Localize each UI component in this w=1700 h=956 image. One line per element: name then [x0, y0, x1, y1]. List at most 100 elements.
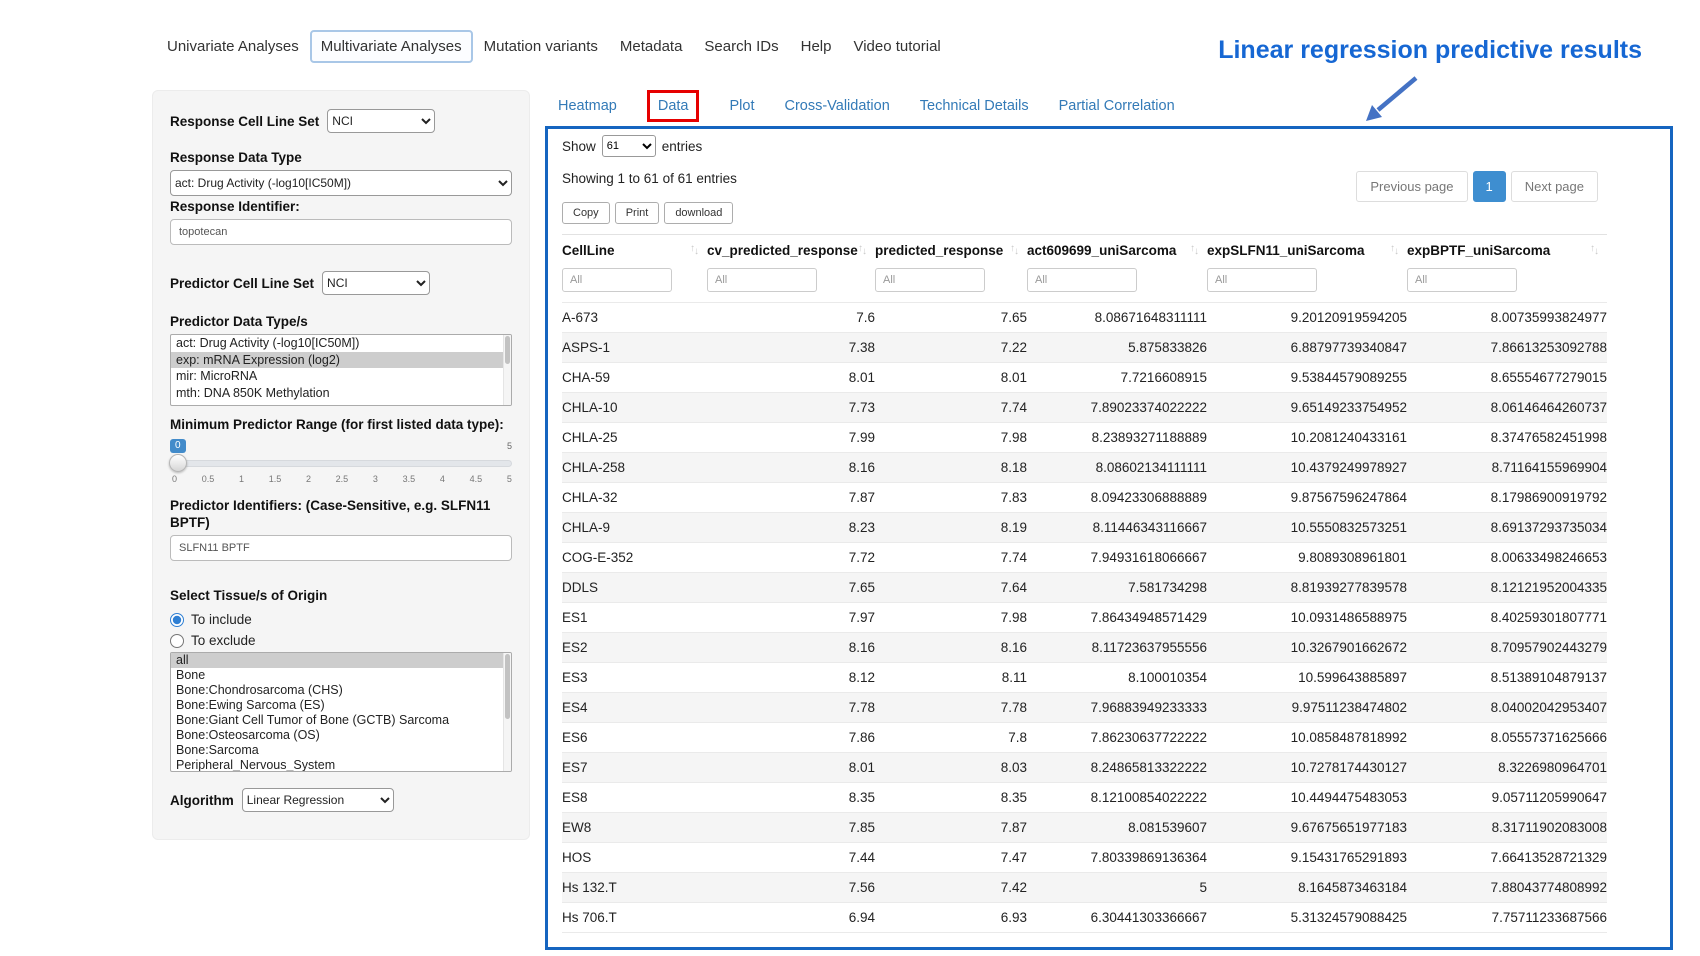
slider-handle[interactable]	[169, 454, 187, 472]
column-header-expslfn11-unisarcoma[interactable]: expSLFN11_uniSarcoma↑↓	[1207, 235, 1407, 267]
sort-icon[interactable]: ↑↓	[1190, 244, 1199, 257]
filter-input-cv-predicted-response[interactable]	[707, 268, 817, 292]
nav-item-multivariate-analyses[interactable]: Multivariate Analyses	[310, 30, 473, 63]
predictor-listbox-scrollbar[interactable]	[503, 335, 511, 405]
table-row[interactable]: EW87.857.878.0815396079.676756519771838.…	[562, 813, 1607, 843]
table-row[interactable]: CHLA-327.877.838.094233068888899.8756759…	[562, 483, 1607, 513]
column-header-cellline[interactable]: CellLine↑↓	[562, 235, 707, 267]
listbox-option-mir-microrna[interactable]: mir: MicroRNA	[171, 368, 511, 385]
radio-to-exclude[interactable]: To exclude	[170, 633, 512, 648]
nav-item-metadata[interactable]: Metadata	[609, 30, 694, 63]
table-row[interactable]: DDLS7.657.647.5817342988.819392778395788…	[562, 573, 1607, 603]
column-header-expbptf-unisarcoma[interactable]: expBPTF_uniSarcoma↑↓	[1407, 235, 1607, 267]
response-data-type-select[interactable]: act: Drug Activity (-log10[IC50M])	[170, 170, 512, 196]
table-row[interactable]: CHLA-107.737.747.890233740222229.6514923…	[562, 393, 1607, 423]
table-row[interactable]: Hs 132.T7.567.4258.16458734631847.880437…	[562, 873, 1607, 903]
tab-cross-validation[interactable]: Cross-Validation	[784, 98, 889, 114]
download-button[interactable]: download	[664, 202, 733, 224]
table-row[interactable]: CHLA-2588.168.188.0860213411111110.43792…	[562, 453, 1607, 483]
next-page-button[interactable]: Next page	[1511, 171, 1598, 202]
table-row[interactable]: A-6737.67.658.086716483111119.2012091959…	[562, 303, 1607, 333]
value-cell: 9.87567596247864	[1207, 483, 1407, 513]
listbox-option-peripheral-nervous-system[interactable]: Peripheral_Nervous_System	[171, 758, 511, 772]
response-cell-line-set-select[interactable]: NCI	[327, 109, 435, 133]
table-row[interactable]: HOS7.447.477.803398691363649.15431765291…	[562, 843, 1607, 873]
listbox-option-act-drug-activity-log10-ic50m[interactable]: act: Drug Activity (-log10[IC50M])	[171, 335, 511, 352]
filter-input-act609699-unisarcoma[interactable]	[1027, 268, 1137, 292]
scrollbar-thumb[interactable]	[505, 336, 510, 364]
predictor-data-type-listbox[interactable]: act: Drug Activity (-log10[IC50M])exp: m…	[170, 334, 512, 406]
scrollbar-thumb[interactable]	[505, 654, 510, 719]
cellline-cell: ES1	[562, 603, 707, 633]
table-row[interactable]: ES28.168.168.1172363795555610.3267901662…	[562, 633, 1607, 663]
radio-input-to-include[interactable]	[170, 613, 184, 627]
table-row[interactable]: ES38.128.118.10001035410.5996438858978.5…	[562, 663, 1607, 693]
predictor-cell-line-set-select[interactable]: NCI	[322, 271, 430, 295]
listbox-option-bone-sarcoma[interactable]: Bone:Sarcoma	[171, 743, 511, 758]
listbox-option-exp-mrna-expression-log2[interactable]: exp: mRNA Expression (log2)	[171, 352, 511, 369]
sort-icon[interactable]: ↑↓	[690, 244, 699, 257]
table-row[interactable]: ES67.867.87.8623063772222210.08584878189…	[562, 723, 1607, 753]
nav-item-mutation-variants[interactable]: Mutation variants	[473, 30, 609, 63]
column-header-act609699-unisarcoma[interactable]: act609699_uniSarcoma↑↓	[1027, 235, 1207, 267]
tab-technical-details[interactable]: Technical Details	[920, 98, 1029, 114]
filter-input-predicted-response[interactable]	[875, 268, 985, 292]
cellline-cell: CHLA-258	[562, 453, 707, 483]
value-cell: 7.78	[707, 693, 875, 723]
listbox-option-bone[interactable]: Bone	[171, 668, 511, 683]
listbox-option-all[interactable]: all	[171, 653, 511, 668]
filter-input-cellline[interactable]	[562, 268, 672, 292]
tab-plot[interactable]: Plot	[729, 98, 754, 114]
show-entries-select[interactable]: 61	[602, 135, 656, 157]
radio-input-to-exclude[interactable]	[170, 634, 184, 648]
sort-icon[interactable]: ↑↓	[1010, 244, 1019, 257]
tab-heatmap[interactable]: Heatmap	[558, 98, 617, 114]
min-predictor-range-slider[interactable]: 0 5 00.511.522.533.544.55	[170, 439, 512, 489]
current-page-button[interactable]: 1	[1473, 171, 1506, 202]
listbox-option-bone-ewing-sarcoma-es[interactable]: Bone:Ewing Sarcoma (ES)	[171, 698, 511, 713]
tissue-listbox-scrollbar[interactable]	[503, 653, 511, 771]
previous-page-button[interactable]: Previous page	[1356, 171, 1467, 202]
table-row[interactable]: ES17.977.987.8643494857142910.0931486588…	[562, 603, 1607, 633]
nav-item-search-ids[interactable]: Search IDs	[693, 30, 789, 63]
sort-icon[interactable]: ↑↓	[1390, 244, 1399, 257]
table-row[interactable]: CHLA-257.997.988.2389327118888910.208124…	[562, 423, 1607, 453]
nav-item-univariate-analyses[interactable]: Univariate Analyses	[156, 30, 310, 63]
algorithm-select[interactable]: Linear Regression	[242, 788, 394, 812]
table-row[interactable]: ES78.018.038.2486581332222210.7278174430…	[562, 753, 1607, 783]
listbox-option-bone-chondrosarcoma-chs[interactable]: Bone:Chondrosarcoma (CHS)	[171, 683, 511, 698]
slider-track[interactable]	[170, 460, 512, 467]
tab-partial-correlation[interactable]: Partial Correlation	[1059, 98, 1175, 114]
tab-data[interactable]: Data	[647, 90, 700, 122]
tissue-listbox[interactable]: allBoneBone:Chondrosarcoma (CHS)Bone:Ewi…	[170, 652, 512, 772]
response-identifier-input[interactable]	[170, 219, 512, 245]
table-row[interactable]: CHA-598.018.017.72166089159.538445790892…	[562, 363, 1607, 393]
radio-to-include[interactable]: To include	[170, 612, 512, 627]
value-cell: 7.7216608915	[1027, 363, 1207, 393]
table-row[interactable]: CHLA-98.238.198.1144634311666710.5550832…	[562, 513, 1607, 543]
cellline-cell: COG-E-352	[562, 543, 707, 573]
print-button[interactable]: Print	[615, 202, 660, 224]
filter-input-expslfn11-unisarcoma[interactable]	[1207, 268, 1317, 292]
pagination: Previous page 1 Next page	[1356, 171, 1598, 202]
slider-tick-label: 1	[239, 474, 244, 484]
predictor-identifiers-input[interactable]	[170, 535, 512, 561]
nav-item-help[interactable]: Help	[790, 30, 843, 63]
column-header-predicted-response[interactable]: predicted_response↑↓	[875, 235, 1027, 267]
table-row[interactable]: COG-E-3527.727.747.949316180666679.80893…	[562, 543, 1607, 573]
copy-button[interactable]: Copy	[562, 202, 610, 224]
table-row[interactable]: ES47.787.787.968839492333339.97511238474…	[562, 693, 1607, 723]
value-cell: 8.37476582451998	[1407, 423, 1607, 453]
listbox-option-mth-dna-850k-methylation[interactable]: mth: DNA 850K Methylation	[171, 385, 511, 402]
table-row[interactable]: Hs 706.T6.946.936.304413033666675.313245…	[562, 903, 1607, 933]
column-header-cv-predicted-response[interactable]: cv_predicted_response↑↓	[707, 235, 875, 267]
value-cell: 7.74	[875, 543, 1027, 573]
sort-icon[interactable]: ↑↓	[1590, 244, 1599, 257]
listbox-option-bone-giant-cell-tumor-of-bone-gctb-sarcoma[interactable]: Bone:Giant Cell Tumor of Bone (GCTB) Sar…	[171, 713, 511, 728]
sort-icon[interactable]: ↑↓	[858, 244, 867, 257]
table-row[interactable]: ASPS-17.387.225.8758338266.8879773934084…	[562, 333, 1607, 363]
table-row[interactable]: ES88.358.358.1210085402222210.4494475483…	[562, 783, 1607, 813]
nav-item-video-tutorial[interactable]: Video tutorial	[842, 30, 951, 63]
listbox-option-bone-osteosarcoma-os[interactable]: Bone:Osteosarcoma (OS)	[171, 728, 511, 743]
filter-input-expbptf-unisarcoma[interactable]	[1407, 268, 1517, 292]
